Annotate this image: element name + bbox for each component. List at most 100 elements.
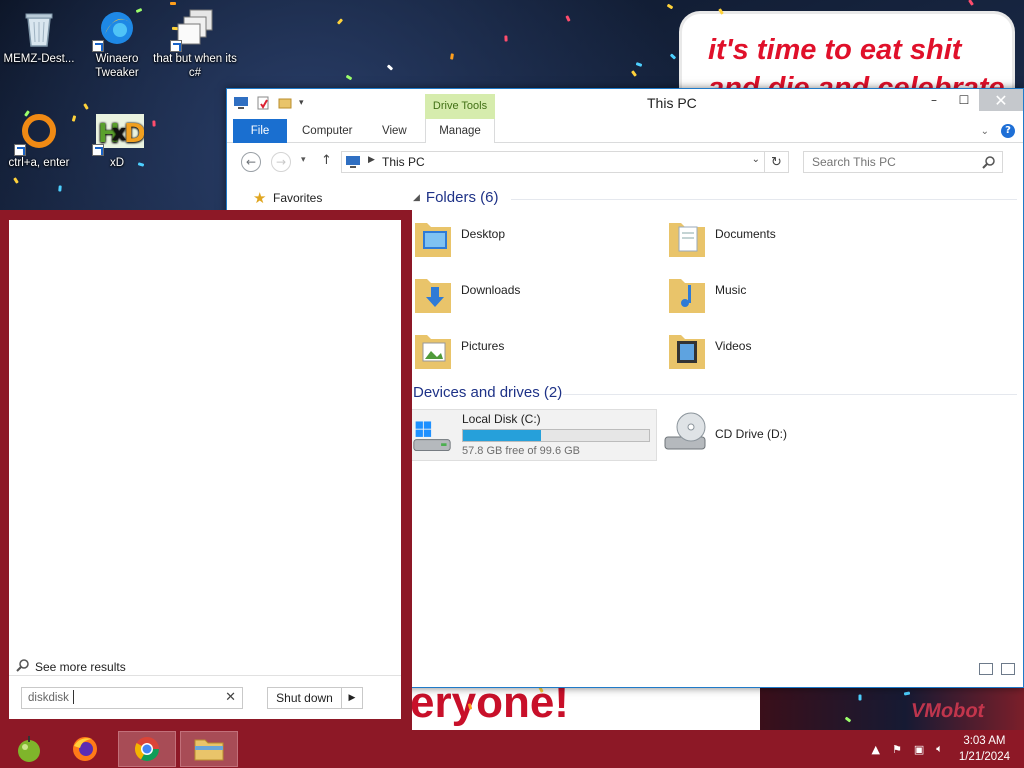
search-icon[interactable] [982,155,996,169]
search-results-area: See more results [9,220,401,675]
back-button[interactable]: ← [241,152,261,172]
group-divider [563,394,1017,395]
desktop-icon-memz[interactable]: MEMZ-Dest... [0,8,81,66]
quick-access-toolbar: ▾ [233,95,304,111]
desktop-icon-ctrl-a[interactable]: ctrl+a, enter [0,112,81,170]
taskbar-file-explorer-button[interactable] [180,731,238,767]
shutdown-button[interactable]: Shut down ▶ [267,687,363,709]
chrome-icon [134,737,159,762]
drive-local-disk-c[interactable]: Local Disk (C:) 57.8 GB free of 99.6 GB [411,409,657,461]
shutdown-label[interactable]: Shut down [268,688,342,708]
tab-file[interactable]: File [233,119,287,143]
action-center-flag-icon[interactable]: ⚑ [892,743,902,756]
shortcut-arrow-icon [14,144,26,156]
clear-search-icon[interactable]: ✕ [225,690,236,705]
volume-muted-icon[interactable]: 🔈︎ [936,742,943,756]
tab-manage[interactable]: Manage [425,119,495,143]
folder-downloads[interactable]: Downloads [411,267,657,317]
help-icon[interactable]: ? [1001,124,1015,138]
folder-label: Videos [715,339,752,353]
confetti-piece [386,64,394,71]
folder-music[interactable]: Music [665,267,911,317]
nav-item-favorites[interactable]: Favorites [273,191,322,205]
minimize-button[interactable]: – [919,89,949,111]
desktop-icon-csharp[interactable]: that but when its c# [153,8,237,80]
wallpaper-text-strip: VMobot [908,700,987,722]
confetti-piece [169,1,177,6]
confetti-piece [631,70,637,77]
taskbar-clock[interactable]: 3:03 AM 1/21/2024 [959,733,1010,765]
this-pc-icon [346,156,360,168]
taskbar-app-button[interactable] [0,731,58,767]
navigation-pane: ★ Favorites [227,181,405,211]
properties-icon[interactable] [255,95,271,111]
ribbon-right-controls: ⌄ ? [981,124,1015,138]
system-tray: ▲ ⚑ ▣ 🔈︎ 3:03 AM 1/21/2024 [865,730,1024,768]
up-button[interactable]: ↑ [321,153,332,168]
content-pane: ◢ Folders (6) Desktop Documents Downloads… [411,181,1023,687]
start-search-panel: See more results ✕ Shut down ▶ [0,210,412,730]
drive-name: Local Disk (C:) [462,412,541,426]
videos-folder-icon [669,335,705,369]
folder-label: Desktop [461,227,506,241]
folder-documents[interactable]: Documents [665,211,911,261]
tab-computer[interactable]: Computer [289,119,366,143]
collapse-triangle-icon[interactable]: ◢ [413,192,420,202]
file-explorer-icon [194,739,224,761]
confetti-piece [504,35,508,42]
start-search-box[interactable]: ✕ [21,687,243,709]
group-divider [511,199,1017,200]
taskbar-firefox-button[interactable] [56,731,114,767]
address-dropdown-icon[interactable]: ⌄ [752,154,760,165]
desktop-icon-xd[interactable]: H x D xD [75,112,159,170]
search-input[interactable] [804,152,974,172]
close-button[interactable]: ✕ [979,89,1023,111]
winaero-tweaker-icon [92,8,138,52]
expand-ribbon-icon[interactable]: ⌄ [981,126,989,137]
details-view-icon[interactable] [979,663,993,675]
start-search-input[interactable] [22,688,216,708]
window-titlebar[interactable]: ▾ Drive Tools This PC – ☐ ✕ [227,89,1023,119]
recent-locations-icon[interactable]: ▾ [301,155,306,165]
tab-view[interactable]: View [369,119,420,143]
network-icon[interactable]: ▣ [914,743,924,756]
show-hidden-icons-icon[interactable]: ▲ [871,743,879,756]
favorites-star-icon: ★ [253,189,267,207]
forward-button[interactable]: → [271,152,291,172]
folder-desktop[interactable]: Desktop [411,211,657,261]
shutdown-options-arrow-icon[interactable]: ▶ [342,688,362,708]
search-box[interactable] [803,151,1003,173]
see-more-results-link[interactable]: See more results [35,660,126,674]
desktop-icon-label: that but when its c# [153,53,237,79]
confetti-piece [858,694,862,701]
customize-qat-icon[interactable]: ▾ [299,98,304,108]
desktop-icon-winaero[interactable]: Winaero Tweaker [75,8,159,80]
clock-time: 3:03 AM [963,735,1006,747]
wallpaper-text-top: it's time to eat shit [708,34,962,66]
refresh-button[interactable]: ↻ [765,151,789,173]
address-bar[interactable]: ▶ This PC ⌄ [341,151,765,173]
breadcrumb-chevron-icon[interactable]: ▶ [368,155,375,165]
breadcrumb[interactable]: This PC [382,155,425,169]
computer-icon[interactable] [233,95,249,111]
folder-videos[interactable]: Videos [665,323,911,373]
orange-ring-icon [14,112,60,156]
drive-free-space: 57.8 GB free of 99.6 GB [462,445,581,457]
drive-cd-d[interactable]: CD Drive (D:) [663,409,909,461]
taskbar: ▲ ⚑ ▣ 🔈︎ 3:03 AM 1/21/2024 [0,730,1024,768]
maximize-button[interactable]: ☐ [949,89,979,111]
folder-pictures[interactable]: Pictures [411,323,657,373]
confetti-piece [58,185,62,192]
taskbar-chrome-button[interactable] [118,731,176,767]
folders-group-header[interactable]: ◢ Folders (6) [413,189,498,209]
large-icons-view-icon[interactable] [1001,663,1015,675]
devices-group-header[interactable]: Devices and drives (2) [413,384,562,404]
new-folder-icon[interactable] [277,95,293,111]
folders-group-title: Folders (6) [425,189,499,206]
shortcut-arrow-icon [92,40,104,52]
confetti-piece [968,0,974,6]
text-cursor-icon [73,690,74,704]
shortcut-arrow-icon [92,144,104,156]
start-panel-footer: ✕ Shut down ▶ [9,675,401,719]
pictures-folder-icon [415,335,451,369]
